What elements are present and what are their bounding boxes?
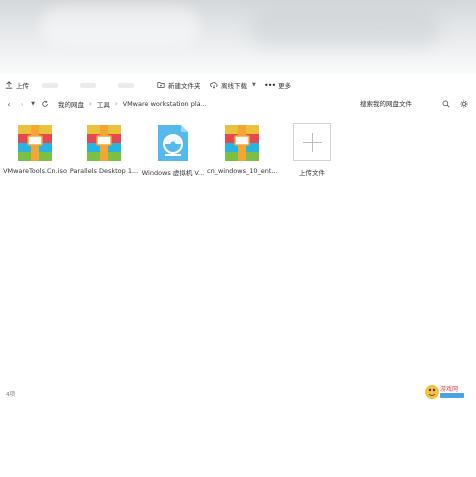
disabled-toolbar-item	[118, 76, 134, 94]
more-label: 更多	[278, 82, 292, 90]
breadcrumb-tools[interactable]: 工具	[97, 99, 110, 109]
offline-download-label: 离线下载	[221, 82, 247, 90]
watermark-logo: 游戏网	[425, 385, 464, 399]
breadcrumb: 我的网盘 › 工具 › VMware workstation pla...	[58, 96, 207, 112]
breadcrumb-root[interactable]: 我的网盘	[58, 99, 84, 109]
refresh-icon[interactable]	[40, 98, 50, 110]
file-item[interactable]: VMwareTools.Cn.iso	[0, 118, 70, 178]
file-name: Parallels Desktop 1...	[69, 167, 139, 175]
new-folder-label: 新建文件夹	[168, 82, 201, 90]
toolbar: 上传 新建文件夹 离线下载 ▼ ••• 更多	[0, 76, 476, 94]
upload-label: 上传	[16, 82, 29, 90]
search-icon[interactable]	[442, 100, 450, 108]
disabled-toolbar-item	[80, 76, 96, 94]
file-grid: VMwareTools.Cn.iso Parallels Desktop 1..…	[0, 118, 476, 178]
forward-arrow-icon[interactable]: ›	[17, 98, 27, 110]
more-button[interactable]: ••• 更多	[264, 76, 291, 94]
archive-icon	[18, 125, 52, 161]
chevron-down-icon: ▼	[252, 82, 256, 88]
upload-file-tile[interactable]: 上传文件	[277, 118, 347, 178]
history-dropdown-icon[interactable]: ▼	[28, 98, 38, 110]
file-item[interactable]: Parallels Desktop 1...	[69, 118, 139, 178]
blurred-header-area	[0, 0, 476, 74]
file-name: cn_windows_10_ent...	[207, 167, 277, 175]
plus-icon	[293, 123, 331, 161]
breadcrumb-separator-icon: ›	[114, 100, 118, 108]
disabled-toolbar-item	[42, 76, 58, 94]
item-count: 4项	[6, 392, 15, 398]
disc-image-icon	[158, 125, 188, 161]
offline-download-button[interactable]: 离线下载 ▼	[210, 76, 256, 94]
watermark-text: 游戏网	[440, 385, 458, 393]
file-item[interactable]: Windows 虚拟机 V...	[138, 118, 208, 178]
gear-icon[interactable]	[460, 100, 468, 108]
breadcrumb-separator-icon: ›	[89, 100, 92, 108]
archive-icon	[225, 125, 259, 161]
breadcrumb-current[interactable]: VMware workstation pla...	[123, 100, 207, 108]
upload-button[interactable]: 上传	[5, 76, 29, 94]
search-input[interactable]	[360, 100, 430, 108]
more-dots-icon: •••	[264, 80, 276, 90]
back-arrow-icon[interactable]: ‹	[4, 98, 14, 110]
search-box[interactable]	[360, 97, 450, 111]
upload-icon	[5, 81, 13, 89]
file-name: Windows 虚拟机 V...	[141, 169, 205, 177]
upload-file-label: 上传文件	[299, 169, 325, 177]
cloud-download-icon	[210, 82, 218, 89]
navigation-bar: ‹ › ▼ 我的网盘 › 工具 › VMware workstation pla…	[0, 96, 476, 112]
folder-plus-icon	[157, 82, 165, 88]
file-name: VMwareTools.Cn.iso	[3, 167, 67, 175]
file-item[interactable]: cn_windows_10_ent...	[207, 118, 277, 178]
new-folder-button[interactable]: 新建文件夹	[157, 76, 201, 94]
archive-icon	[87, 125, 121, 161]
